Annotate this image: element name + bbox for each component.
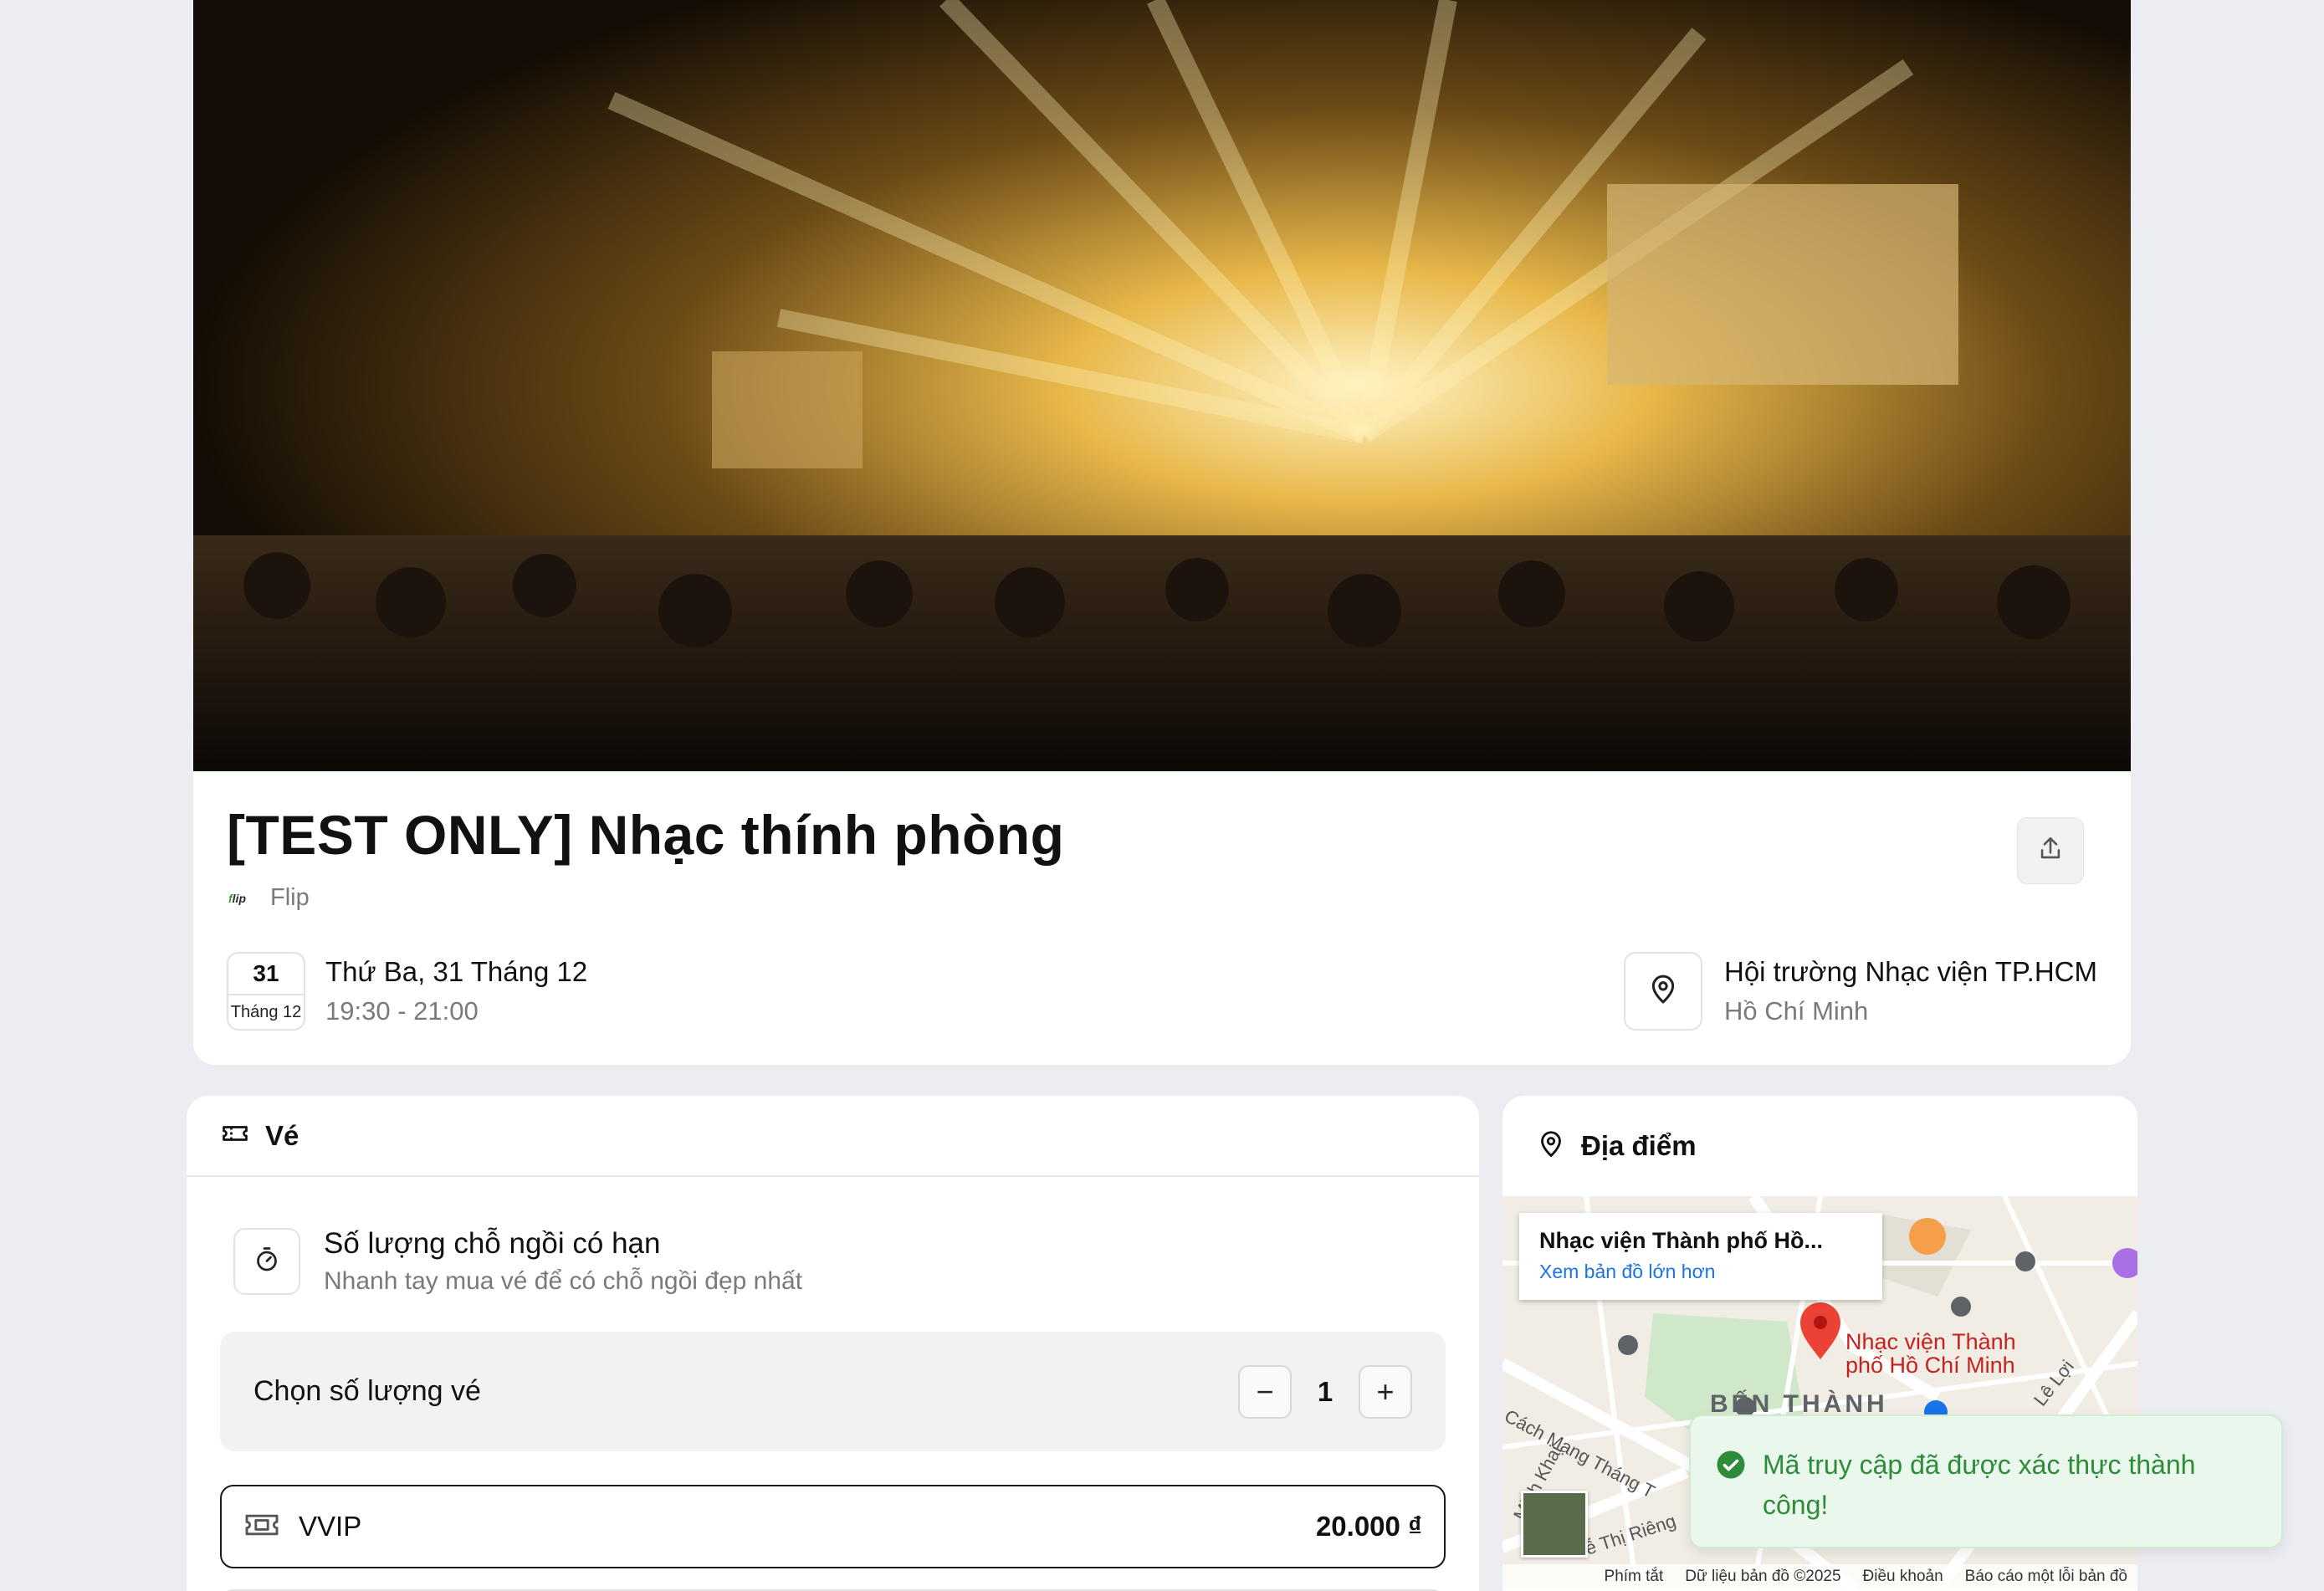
share-button[interactable] xyxy=(2017,817,2084,884)
event-time-range: 19:30 - 21:00 xyxy=(325,996,479,1026)
organizer-logo: f lip xyxy=(228,891,247,905)
ticket-name: VVIP xyxy=(299,1511,362,1542)
event-date-text: Thứ Ba, 31 Tháng 12 xyxy=(325,956,588,987)
event-date: 31 Tháng 12 Thứ Ba, 31 Tháng 12 19:30 - … xyxy=(227,952,587,1031)
date-badge: 31 Tháng 12 xyxy=(227,952,305,1031)
organizer-name: Flip xyxy=(270,884,310,911)
venue-icon-box xyxy=(1624,952,1702,1031)
map-pin-icon xyxy=(1646,973,1680,1010)
date-badge-month: Tháng 12 xyxy=(228,994,304,1029)
check-circle-icon xyxy=(1716,1450,1746,1484)
quantity-value: 1 xyxy=(1317,1376,1333,1407)
map-info-card: Nhạc viện Thành phố Hồ... Xem bản đồ lớn… xyxy=(1519,1213,1882,1300)
tickets-card-header: Vé xyxy=(187,1096,1479,1177)
share-icon xyxy=(2036,835,2065,867)
map-footer: Phím tắt Dữ liệu bản đồ ©2025 Điều khoản… xyxy=(1502,1564,2137,1589)
increase-quantity-button[interactable]: + xyxy=(1359,1365,1412,1419)
map-place-name: Nhạc viện Thành phố Hồ... xyxy=(1539,1228,1824,1253)
venue-name: Hội trường Nhạc viện TP.HCM xyxy=(1724,956,2097,987)
location-pin-icon xyxy=(1536,1129,1566,1164)
limit-title: Số lượng chỗ ngồi có hạn xyxy=(324,1227,661,1260)
map-place-label: Nhạc viện Thành phố Hồ Chí Minh xyxy=(1845,1330,2016,1377)
map-footer-report[interactable]: Báo cáo một lỗi bản đồ xyxy=(1965,1568,2127,1586)
limit-subtitle: Nhanh tay mua vé để có chỗ ngồi đẹp nhất xyxy=(324,1267,803,1295)
decrease-quantity-button[interactable]: − xyxy=(1238,1365,1292,1419)
ticket-type-icon xyxy=(243,1510,280,1544)
tickets-heading: Vé xyxy=(265,1119,299,1151)
ticket-price: 20.000 ₫ xyxy=(1315,1511,1422,1542)
quantity-stepper: − 1 + xyxy=(1238,1365,1412,1419)
limited-seats-notice: Số lượng chỗ ngồi có hạn Nhanh tay mua v… xyxy=(233,1227,802,1296)
map-footer-data: Dữ liệu bản đồ ©2025 xyxy=(1685,1568,1841,1585)
ticket-option-vvip[interactable]: VVIP 20.000 ₫ xyxy=(220,1485,1446,1568)
ticket-icon xyxy=(220,1118,250,1153)
location-card-header: Địa điểm xyxy=(1502,1096,2137,1196)
event-venue: Hội trường Nhạc viện TP.HCM Hồ Chí Minh xyxy=(1624,952,2097,1031)
stopwatch-icon xyxy=(252,1245,282,1279)
map-place-label-line2: phố Hồ Chí Minh xyxy=(1845,1353,2015,1378)
event-title: [TEST ONLY] Nhạc thính phòng xyxy=(227,804,1065,866)
satellite-view-toggle[interactable] xyxy=(1521,1491,1588,1558)
event-header-card: [TEST ONLY] Nhạc thính phòng f lip Flip 3… xyxy=(193,0,2131,1065)
map-footer-shortcuts[interactable]: Phím tắt xyxy=(1605,1568,1664,1586)
limit-icon-box xyxy=(233,1228,300,1295)
toast-message: Mã truy cập đã được xác thực thành công! xyxy=(1763,1450,2196,1520)
map-footer-terms[interactable]: Điều khoản xyxy=(1863,1568,1943,1586)
event-banner-image xyxy=(193,0,2131,771)
location-heading: Địa điểm xyxy=(1581,1130,1697,1161)
tickets-card: Vé Số lượng chỗ ngồi có hạn Nhanh tay mu… xyxy=(187,1096,1479,1591)
date-badge-day: 31 xyxy=(253,960,279,986)
quantity-selector: Chọn số lượng vé − 1 + xyxy=(220,1332,1446,1451)
success-toast: Mã truy cập đã được xác thực thành công! xyxy=(1689,1415,2283,1548)
venue-city: Hồ Chí Minh xyxy=(1724,996,1869,1026)
view-larger-map-link[interactable]: Xem bản đồ lớn hơn xyxy=(1539,1261,1862,1283)
map-place-label-line1: Nhạc viện Thành xyxy=(1845,1329,2016,1354)
organizer[interactable]: f lip Flip xyxy=(228,884,310,912)
quantity-label: Chọn số lượng vé xyxy=(253,1375,481,1407)
